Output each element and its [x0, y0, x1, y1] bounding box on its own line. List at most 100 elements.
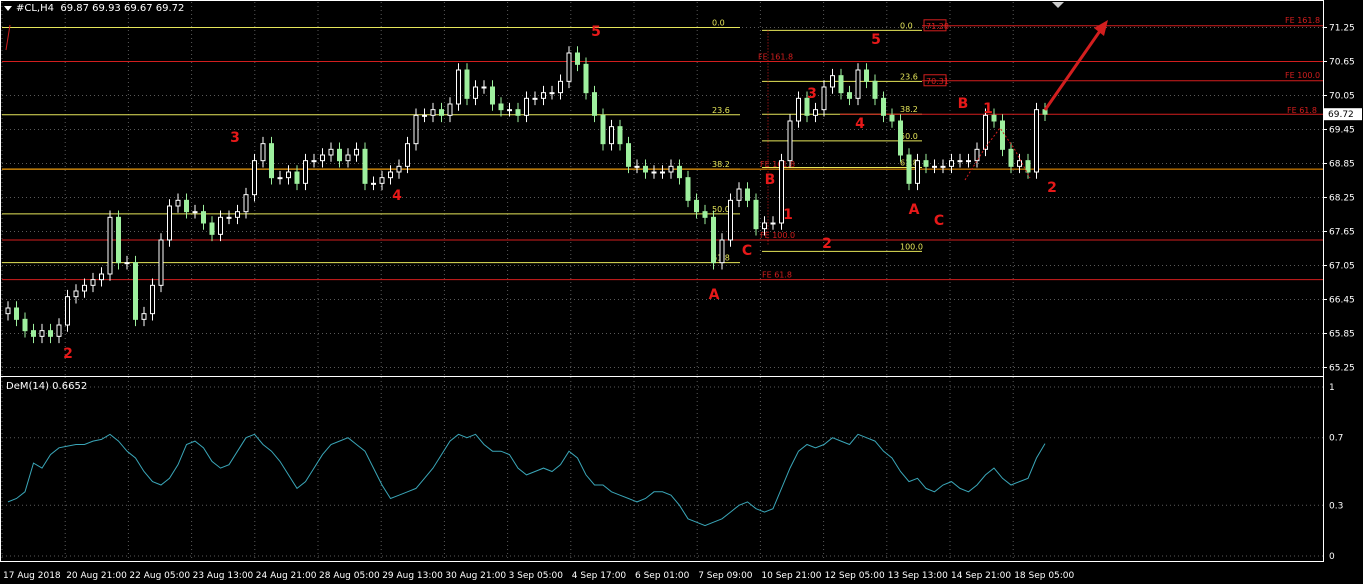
forecast-arrow: [1043, 27, 1104, 111]
x-tick-label: 4 Sep 17:00: [572, 571, 627, 581]
collapse-icon[interactable]: [4, 5, 12, 11]
x-tick-label: 29 Aug 13:00: [382, 571, 443, 581]
main-pane-frame: [0, 0, 1324, 377]
candle-body: [592, 92, 597, 116]
wave-label: B: [958, 96, 969, 112]
indicator-tick-label: 0.7: [1329, 434, 1343, 444]
edge-mark: [5, 24, 11, 51]
candle-body: [864, 69, 869, 82]
candle-body: [311, 160, 317, 163]
y-tick-label: 70.05: [1329, 92, 1355, 102]
candle-body: [473, 86, 478, 99]
candle-body: [651, 171, 657, 174]
candle-body: [481, 86, 487, 89]
candle-body: [413, 114, 419, 145]
candle-body: [549, 92, 555, 95]
candle-body: [99, 273, 104, 281]
candles: [5, 46, 1048, 344]
x-tick-label: 24 Aug 21:00: [256, 571, 317, 581]
wave-label: C: [934, 213, 944, 229]
candle-body: [787, 120, 793, 162]
wave-label: 5: [591, 24, 601, 40]
candle-body: [22, 318, 28, 332]
candle-body: [133, 262, 138, 320]
candle-body: [354, 148, 359, 156]
x-tick-label: 12 Sep 05:00: [825, 571, 885, 581]
fib-label: 23.6: [712, 106, 730, 115]
candle-body: [184, 199, 189, 213]
wave-label: 2: [63, 346, 73, 362]
wave-label: 2: [1047, 180, 1057, 196]
dem-line: [7, 433, 1046, 527]
candle-body: [515, 109, 521, 116]
candle-body: [218, 216, 223, 235]
y-tick-label: 69.45: [1329, 126, 1355, 136]
candle-body: [328, 148, 334, 156]
wave-label: A: [909, 202, 920, 218]
wave-label: B: [765, 172, 776, 188]
candle-body: [269, 143, 274, 179]
candle-body: [668, 165, 674, 173]
candle-body: [90, 279, 96, 286]
x-tick-label: 3 Sep 05:00: [509, 571, 564, 581]
candle-body: [141, 313, 147, 320]
candle-body: [150, 284, 155, 315]
candle-body: [158, 239, 164, 286]
ohlc-values: 69.87 69.93 69.67 69.72: [60, 3, 185, 14]
candle-body: [626, 143, 631, 167]
candle-body: [1000, 120, 1005, 150]
candle-body: [39, 330, 45, 337]
candle-body: [745, 188, 750, 201]
candle-body: [949, 160, 954, 167]
candle-body: [872, 80, 878, 99]
candle-body: [711, 216, 716, 264]
fib-label: 50.0: [712, 205, 730, 214]
candle-body: [915, 160, 920, 184]
candle-body: [430, 109, 436, 116]
candle-body: [226, 216, 232, 219]
chart-canvas[interactable]: 0.023.638.250.061.80.023.638.250.061.810…: [0, 0, 1363, 584]
grid: [1, 2, 1323, 562]
candle-body: [405, 143, 410, 167]
fib-label: 38.2: [712, 160, 730, 169]
axes: 17 Aug 2018 20 Aug 21:00 22 Aug 05:00 23 Au…: [0, 0, 1362, 581]
candle-body: [447, 103, 453, 116]
x-tick-label: 20 Aug 21:00: [66, 571, 127, 581]
candle-body: [507, 109, 512, 112]
fib-label: 0.0: [900, 21, 913, 30]
y-tick-label: 68.85: [1329, 160, 1355, 170]
wave-label: 4: [392, 188, 402, 204]
x-tick-label: 14 Sep 21:00: [951, 571, 1011, 581]
fibonacci-levels: 0.023.638.250.061.80.023.638.250.061.810…: [2, 16, 1323, 281]
candle-body: [192, 211, 198, 214]
candle-body: [830, 75, 835, 88]
x-tick-label: 22 Aug 05:00: [129, 571, 190, 581]
candle-body: [1025, 160, 1031, 173]
wave-label: 3: [230, 130, 240, 146]
candle-body: [983, 114, 988, 150]
fe-label: FE 61.8: [762, 271, 792, 280]
candle-body: [56, 324, 62, 337]
price-box-label: 70.31: [926, 77, 949, 86]
candle-body: [277, 177, 283, 180]
candle-body: [294, 171, 300, 184]
y-tick-label: 65.25: [1329, 364, 1355, 374]
wave-annotations: 2345ACB12345ACB 12: [5, 20, 1108, 362]
candle-body: [456, 69, 461, 105]
fib-label: 100.0: [900, 242, 923, 251]
candle-body: [558, 80, 563, 94]
candle-body: [396, 165, 402, 173]
candle-body: [439, 109, 444, 116]
candle-body: [1008, 148, 1014, 167]
candle-body: [490, 86, 495, 105]
candle-body: [855, 69, 861, 99]
wave-label: 2: [822, 236, 832, 252]
candle-body: [116, 216, 121, 264]
candle-body: [940, 165, 946, 168]
symbol-header[interactable]: #CL,H4 69.87 69.93 69.67 69.72: [4, 3, 184, 14]
candle-body: [14, 307, 19, 320]
candle-body: [320, 154, 325, 162]
fe-label: FE 161.8: [1285, 16, 1320, 25]
candle-body: [362, 148, 368, 184]
current-price-label: 69.72: [1328, 110, 1354, 120]
